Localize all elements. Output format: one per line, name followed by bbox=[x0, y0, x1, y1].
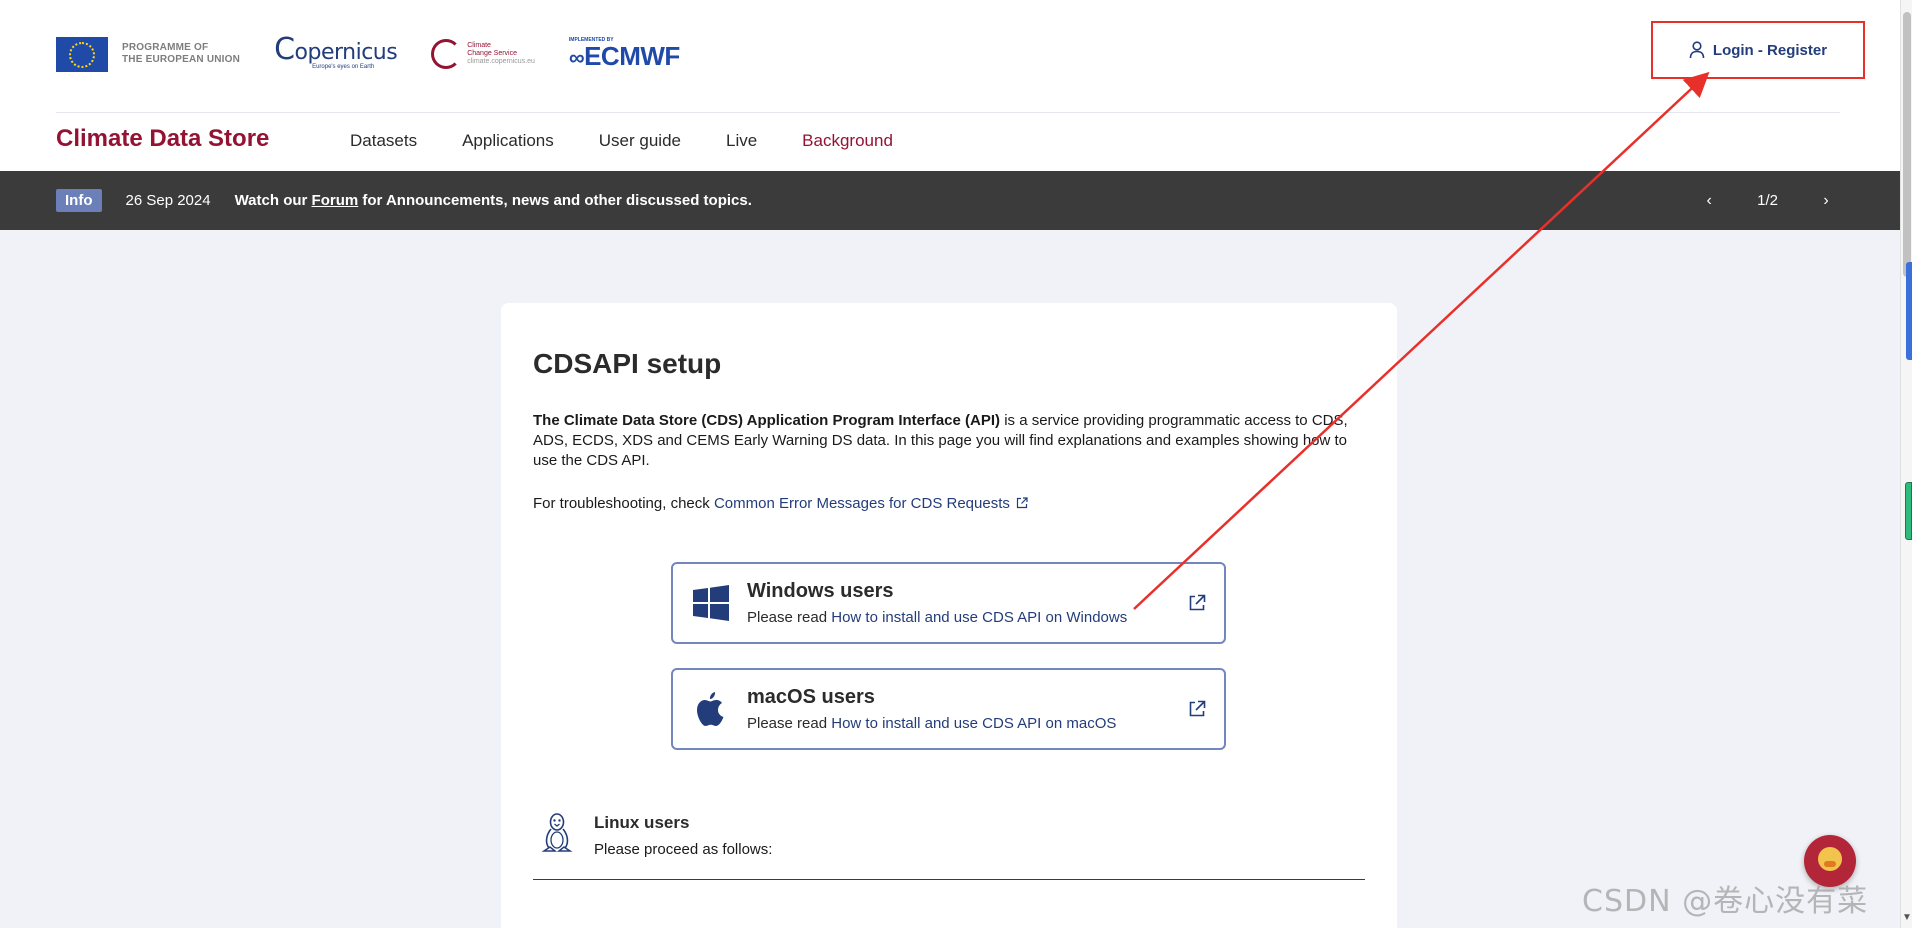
ecmwf-word: ECMWF bbox=[584, 41, 680, 71]
duck-mascot-icon bbox=[1818, 847, 1842, 871]
main-nav: Datasets Applications User guide Live Ba… bbox=[350, 131, 893, 151]
c3s-logo[interactable]: Climate Change Service climate.copernicu… bbox=[431, 39, 535, 69]
ecmwf-logo[interactable]: IMPLEMENTED BY ∞ECMWF bbox=[569, 37, 680, 71]
external-link-icon bbox=[1189, 594, 1206, 611]
linux-tux-icon bbox=[541, 813, 573, 852]
linux-users-title: Linux users bbox=[594, 813, 690, 832]
eu-flag-icon bbox=[56, 36, 108, 72]
linux-section-divider bbox=[533, 879, 1365, 880]
eu-logo-line1: PROGRAMME OF bbox=[122, 42, 209, 53]
scrollbar-thumb[interactable] bbox=[1903, 12, 1911, 277]
windows-guide-link[interactable]: How to install and use CDS API on Window… bbox=[831, 609, 1127, 626]
scroll-down-arrow-icon[interactable]: ▼ bbox=[1902, 912, 1912, 923]
page-scrollbar[interactable] bbox=[1900, 0, 1912, 928]
nav-applications[interactable]: Applications bbox=[462, 131, 554, 151]
site-header: PROGRAMME OF THE EUROPEAN UNION Copernic… bbox=[0, 0, 1900, 171]
external-link-icon bbox=[1189, 700, 1206, 717]
nav-live[interactable]: Live bbox=[726, 131, 757, 151]
c3s-line2: Change Service bbox=[467, 50, 518, 57]
macos-users-title: macOS users bbox=[747, 686, 875, 708]
macos-users-subtitle: Please read How to install and use CDS A… bbox=[747, 715, 1117, 732]
user-icon bbox=[1689, 41, 1705, 59]
copernicus-logo[interactable]: Copernicus Europe's eyes on Earth bbox=[274, 34, 398, 70]
info-badge: Info bbox=[56, 189, 102, 212]
header-divider bbox=[56, 112, 1840, 113]
announcement-message: Watch our Forum for Announcements, news … bbox=[234, 192, 752, 209]
forum-link[interactable]: Forum bbox=[312, 192, 359, 209]
page: PROGRAMME OF THE EUROPEAN UNION Copernic… bbox=[0, 0, 1912, 928]
apple-icon bbox=[697, 692, 724, 726]
macos-guide-link[interactable]: How to install and use CDS API on macOS bbox=[831, 715, 1116, 732]
nav-background[interactable]: Background bbox=[802, 131, 893, 151]
windows-icon bbox=[693, 585, 729, 621]
linux-users-subtitle: Please proceed as follows: bbox=[594, 841, 773, 858]
copernicus-tagline: Europe's eyes on Earth bbox=[312, 63, 375, 70]
c3s-line1: Climate bbox=[467, 42, 491, 49]
cdsapi-setup-card: CDSAPI setup The Climate Data Store (CDS… bbox=[501, 303, 1397, 928]
announcement-date: 26 Sep 2024 bbox=[125, 192, 211, 209]
announcement-pager: ‹ 1/2 › bbox=[1699, 171, 1836, 230]
external-link-icon bbox=[1016, 497, 1028, 509]
c3s-thermometer-icon bbox=[431, 39, 462, 69]
page-title: CDSAPI setup bbox=[533, 348, 722, 379]
eu-logo[interactable]: PROGRAMME OF THE EUROPEAN UNION bbox=[56, 36, 241, 72]
side-widget-green-tab[interactable] bbox=[1905, 482, 1912, 540]
eu-logo-line2: THE EUROPEAN UNION bbox=[122, 54, 241, 65]
common-errors-link[interactable]: Common Error Messages for CDS Requests bbox=[714, 495, 1010, 512]
nav-user-guide[interactable]: User guide bbox=[599, 131, 681, 151]
copernicus-word: opernicus bbox=[294, 39, 398, 65]
login-register-button[interactable]: Login - Register bbox=[1651, 21, 1865, 79]
partner-logos: PROGRAMME OF THE EUROPEAN UNION Copernic… bbox=[56, 30, 680, 78]
side-widget-blue-tab[interactable] bbox=[1906, 262, 1912, 360]
windows-users-subtitle: Please read How to install and use CDS A… bbox=[747, 609, 1128, 626]
troubleshooting-line: For troubleshooting, check Common Error … bbox=[533, 495, 1028, 512]
chevron-right-icon[interactable]: › bbox=[1816, 192, 1836, 210]
chevron-left-icon[interactable]: ‹ bbox=[1699, 192, 1719, 210]
intro-bold: The Climate Data Store (CDS) Application… bbox=[533, 412, 1001, 429]
login-register-label: Login - Register bbox=[1712, 41, 1828, 59]
c3s-line3: climate.copernicus.eu bbox=[467, 58, 535, 65]
site-brand[interactable]: Climate Data Store bbox=[56, 125, 269, 153]
nav-datasets[interactable]: Datasets bbox=[350, 131, 417, 151]
windows-users-title: Windows users bbox=[747, 580, 894, 602]
intro-paragraph: The Climate Data Store (CDS) Application… bbox=[533, 411, 1365, 471]
announcement-bar: Info 26 Sep 2024 Watch our Forum for Ann… bbox=[0, 171, 1900, 230]
macos-users-box[interactable]: macOS users Please read How to install a… bbox=[671, 668, 1226, 750]
announcement-page-indicator: 1/2 bbox=[1757, 192, 1778, 209]
windows-users-box[interactable]: Windows users Please read How to install… bbox=[671, 562, 1226, 644]
csdn-watermark: CSDN @卷心没有菜 bbox=[1582, 884, 1869, 919]
